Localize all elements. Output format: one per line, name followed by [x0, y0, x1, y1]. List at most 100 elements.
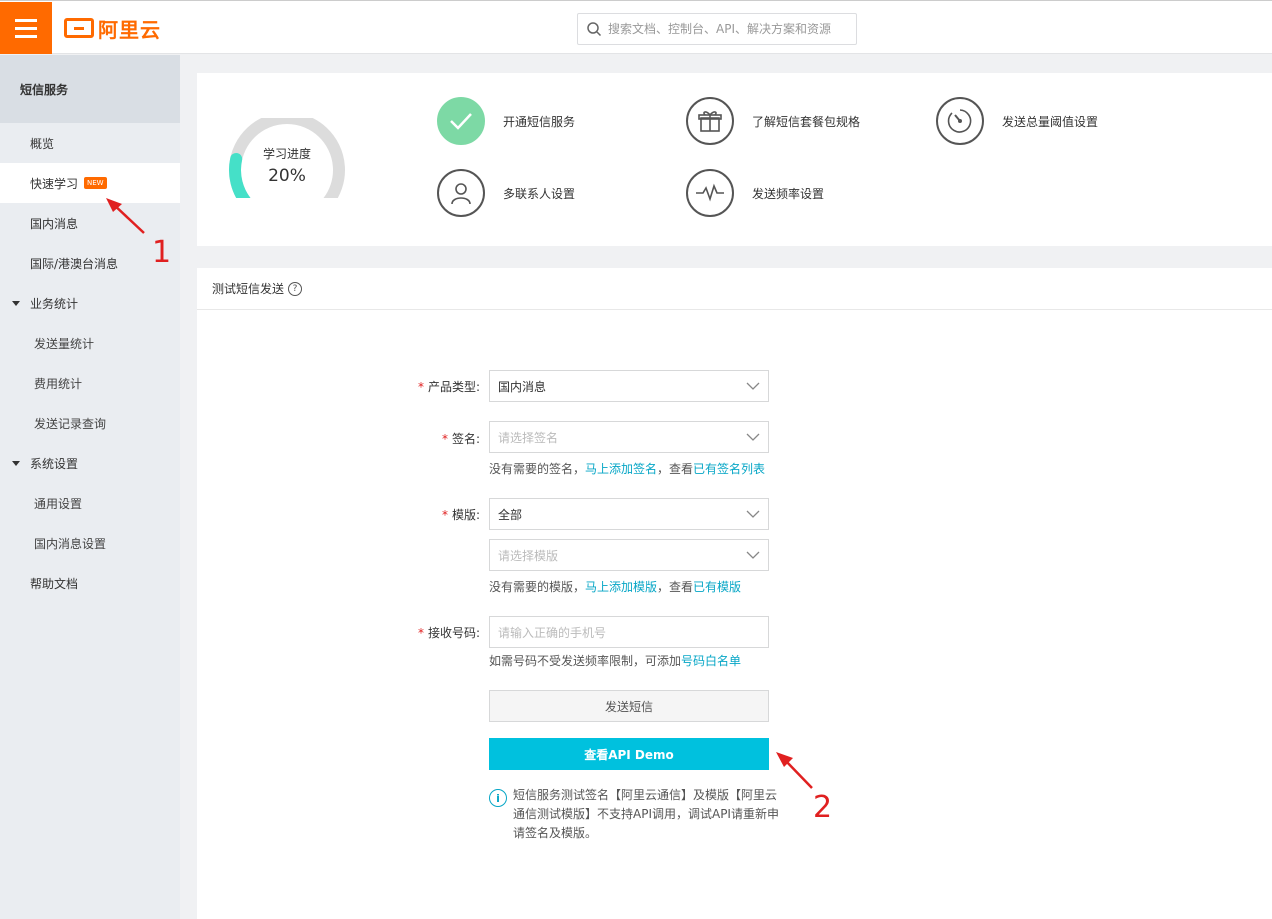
step-enable-sms[interactable]: 开通短信服务: [437, 97, 575, 145]
required-mark: *: [417, 626, 424, 640]
annotation-arrow-1: [106, 198, 145, 234]
select-value: 国内消息: [498, 379, 547, 394]
label-text: 签名:: [451, 432, 480, 446]
sidebar-item-overview[interactable]: 概览: [0, 123, 180, 163]
hamburger-menu-button[interactable]: [0, 2, 52, 54]
select-placeholder: 请选择签名: [498, 430, 559, 445]
template-hint: 没有需要的模版，马上添加模版，查看已有模版: [489, 578, 741, 595]
required-mark: *: [441, 432, 448, 446]
sign-hint: 没有需要的签名，马上添加签名，查看已有签名列表: [489, 460, 765, 477]
template-label: * 模版:: [390, 506, 480, 523]
product-type-label: * 产品类型:: [390, 378, 480, 395]
caret-down-icon: [12, 300, 20, 306]
caret-down-icon: [12, 460, 20, 466]
user-icon: [437, 169, 485, 217]
sidebar-group-system-settings[interactable]: 系统设置: [0, 443, 180, 483]
sidebar-group-business-stats[interactable]: 业务统计: [0, 283, 180, 323]
logo-text: 阿里云: [98, 17, 161, 42]
sidebar-item-label: 帮助文档: [30, 576, 79, 591]
chevron-down-icon: [746, 510, 760, 518]
sidebar-group-label: 业务统计: [30, 296, 79, 311]
chevron-down-icon: [746, 551, 760, 559]
phone-hint: 如需号码不受发送频率限制，可添加号码白名单: [489, 652, 741, 669]
section-title: 测试短信发送: [212, 282, 285, 296]
annotation-number-2: 2: [813, 790, 833, 825]
sign-select[interactable]: 请选择签名: [489, 421, 769, 453]
hint-text: ，查看: [657, 462, 694, 476]
sidebar-item-label: 费用统计: [34, 376, 83, 391]
step-contacts[interactable]: 多联系人设置: [437, 169, 575, 217]
sidebar-item-label: 发送量统计: [34, 336, 95, 351]
add-sign-link[interactable]: 马上添加签名: [585, 462, 657, 476]
test-sms-header: 测试短信发送 ?: [197, 268, 1272, 310]
search-box[interactable]: [577, 13, 857, 45]
send-sms-button[interactable]: 发送短信: [489, 690, 769, 722]
sidebar-item-label: 发送记录查询: [34, 416, 107, 431]
sidebar-item-cost-stats[interactable]: 费用统计: [0, 363, 180, 403]
sidebar-item-send-stats[interactable]: 发送量统计: [0, 323, 180, 363]
menu-line: [15, 18, 37, 22]
sidebar-item-label: 快速学习: [30, 176, 79, 191]
hint-text: 没有需要的签名，: [489, 462, 586, 476]
phone-label: * 接收号码:: [390, 624, 480, 641]
gauge-icon: [936, 97, 984, 145]
search-icon: [587, 22, 602, 37]
learning-progress-card: 学习进度 20% 开通短信服务 了解短信套餐包规格 发送总量阈值设置 多联系人设…: [197, 73, 1272, 246]
progress-percent: 20%: [268, 166, 306, 186]
sidebar-item-domestic-settings[interactable]: 国内消息设置: [0, 523, 180, 563]
check-icon: [437, 97, 485, 145]
annotation-arrow-2: [776, 752, 813, 789]
annotation-number-1: 1: [152, 235, 172, 270]
template-select[interactable]: 请选择模版: [489, 539, 769, 571]
template-category-select[interactable]: 全部: [489, 498, 769, 530]
add-template-link[interactable]: 马上添加模版: [585, 580, 657, 594]
required-mark: *: [417, 380, 424, 394]
label-text: 产品类型:: [427, 380, 480, 394]
input-placeholder: 请输入正确的手机号: [498, 625, 607, 640]
menu-line: [15, 26, 37, 30]
whitelist-link[interactable]: 号码白名单: [681, 654, 741, 668]
top-bar: 阿里云: [0, 0, 1272, 54]
chevron-down-icon: [746, 433, 760, 441]
select-value: 全部: [498, 507, 523, 522]
search-input[interactable]: [608, 22, 848, 36]
step-frequency[interactable]: 发送频率设置: [686, 169, 824, 217]
sidebar-item-label: 概览: [30, 136, 55, 151]
step-label: 发送频率设置: [752, 186, 825, 201]
chevron-down-icon: [746, 382, 760, 390]
hint-text: 没有需要的模版，: [489, 580, 586, 594]
select-placeholder: 请选择模版: [498, 548, 559, 563]
hint-text: 如需号码不受发送频率限制，可添加: [489, 654, 682, 668]
product-type-select[interactable]: 国内消息: [489, 370, 769, 402]
phone-input[interactable]: 请输入正确的手机号: [489, 616, 769, 648]
aliyun-logo[interactable]: 阿里云: [64, 15, 161, 42]
new-badge: NEW: [84, 177, 107, 189]
sidebar-item-label: 通用设置: [34, 496, 83, 511]
sidebar-item-quick-learn[interactable]: 快速学习 NEW: [0, 163, 180, 203]
sidebar-item-general-settings[interactable]: 通用设置: [0, 483, 180, 523]
step-label: 开通短信服务: [503, 114, 576, 129]
aliyun-logo-icon: [64, 18, 94, 38]
sign-label: * 签名:: [390, 430, 480, 447]
pulse-icon: [686, 169, 734, 217]
template-list-link[interactable]: 已有模版: [693, 580, 741, 594]
sign-list-link[interactable]: 已有签名列表: [693, 462, 765, 476]
sidebar-item-label: 国内消息设置: [34, 536, 107, 551]
step-label: 多联系人设置: [503, 186, 576, 201]
sidebar-title: 短信服务: [0, 55, 180, 123]
label-text: 模版:: [451, 508, 480, 522]
api-note: 短信服务测试签名【阿里云通信】及模版【阿里云通信测试模版】不支持API调用，调试…: [513, 788, 779, 840]
step-package-spec[interactable]: 了解短信套餐包规格: [686, 97, 860, 145]
sidebar-group-label: 系统设置: [30, 456, 79, 471]
menu-line: [15, 34, 37, 38]
progress-label: 学习进度: [262, 147, 311, 161]
progress-gauge: 学习进度 20%: [227, 112, 347, 210]
sidebar-item-send-records[interactable]: 发送记录查询: [0, 403, 180, 443]
view-api-demo-button[interactable]: 查看API Demo: [489, 738, 769, 770]
step-label: 了解短信套餐包规格: [752, 114, 861, 129]
sidebar: 短信服务 概览 快速学习 NEW 国内消息 国际/港澳台消息 业务统计 发送量统…: [0, 55, 180, 919]
gift-icon: [686, 97, 734, 145]
help-icon[interactable]: ?: [288, 281, 303, 296]
step-threshold[interactable]: 发送总量阈值设置: [936, 97, 1098, 145]
sidebar-item-help-docs[interactable]: 帮助文档: [0, 563, 180, 603]
